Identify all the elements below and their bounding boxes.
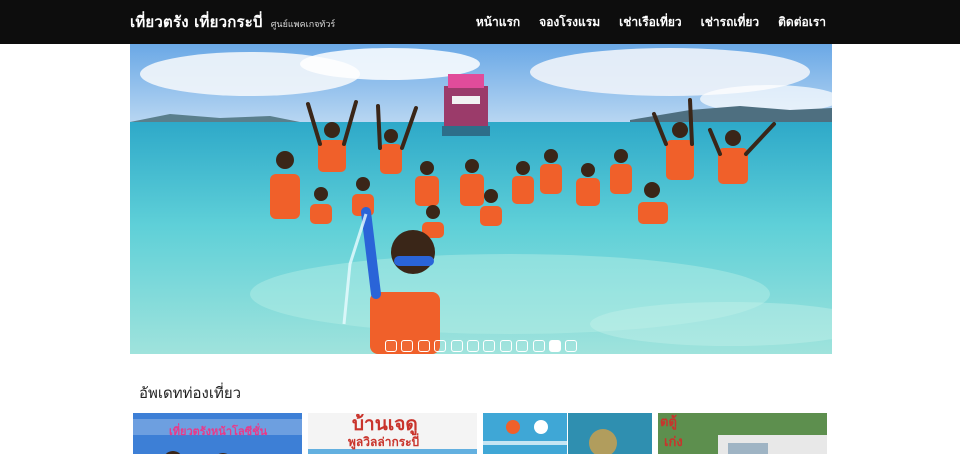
carousel-dot[interactable] (532, 340, 545, 352)
card-caption: ตตู้ (660, 415, 677, 430)
carousel-dot[interactable] (417, 340, 430, 352)
brand-title[interactable]: เที่ยวตรัง เที่ยวกระบี่ (130, 10, 263, 34)
section-title: อัพเดทท่องเที่ยว (139, 384, 242, 402)
nav-hotel-booking[interactable]: จองโรงแรม (539, 13, 600, 32)
news-cards: เที่ยวตรังหน้าโลซีชั่น บ้านเจดู พูลวิลล่… (133, 413, 827, 454)
carousel-indicators (385, 340, 578, 352)
carousel-dot[interactable] (565, 340, 578, 352)
main-nav: หน้าแรก จองโรงแรม เช่าเรือเที่ยว เช่ารถเ… (476, 13, 826, 32)
nav-car-rental[interactable]: เช่ารถเที่ยว (701, 13, 759, 32)
carousel-dot[interactable] (548, 340, 561, 352)
news-card[interactable]: เที่ยวตรังหน้าโลซีชั่น (133, 413, 302, 454)
carousel-dot[interactable] (450, 340, 463, 352)
brand[interactable]: เที่ยวตรัง เที่ยวกระบี่ ศูนย์แพคเกจทัวร์ (130, 10, 335, 34)
card-caption: เที่ยวตรังหน้าโลซีชั่น (169, 425, 268, 438)
carousel-dot[interactable] (483, 340, 496, 352)
nav-boat-rental[interactable]: เช่าเรือเที่ยว (619, 13, 682, 32)
card-caption-2: พูลวิลล่ากระบี่ (348, 435, 420, 449)
news-card[interactable]: บ้านเจดู พูลวิลล่ากระบี่ (308, 413, 477, 454)
carousel-dot[interactable] (516, 340, 529, 352)
nav-contact[interactable]: ติดต่อเรา (778, 13, 826, 32)
carousel-dot[interactable] (385, 340, 397, 352)
card-thumbnail (483, 413, 652, 454)
card-caption-2: เก่ง (664, 435, 683, 450)
hero-slide-image (130, 44, 832, 354)
carousel-dot[interactable] (434, 340, 447, 352)
brand-subtitle: ศูนย์แพคเกจทัวร์ (270, 20, 336, 30)
carousel-dot[interactable] (499, 340, 512, 352)
news-card[interactable]: ตตู้ เก่ง (658, 413, 827, 454)
nav-home[interactable]: หน้าแรก (476, 13, 520, 32)
hero-carousel[interactable] (130, 44, 832, 354)
news-card[interactable] (483, 413, 652, 454)
carousel-dot[interactable] (466, 340, 479, 352)
top-navbar: เที่ยวตรัง เที่ยวกระบี่ ศูนย์แพคเกจทัวร์… (0, 0, 960, 44)
card-thumbnail (658, 413, 827, 454)
carousel-dot[interactable] (401, 340, 414, 352)
